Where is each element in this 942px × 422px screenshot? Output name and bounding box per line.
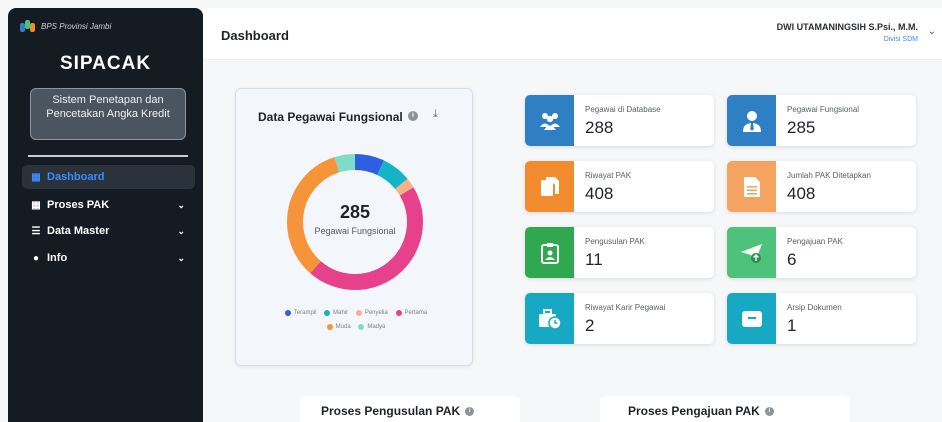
file-icon [727, 161, 776, 212]
user-tie-icon [727, 95, 776, 146]
stat-value: 408 [787, 184, 816, 203]
chevron-down-icon[interactable]: ⌄ [928, 26, 936, 37]
donut-center-label: Pegawai Fungsional [314, 226, 396, 236]
legend-item[interactable]: Muda [326, 321, 351, 333]
legend-dot [395, 310, 402, 316]
stat-label: Pengusulan PAK [585, 237, 645, 246]
stat-value: 2 [585, 316, 595, 335]
stat-value: 11 [585, 250, 603, 269]
legend-label: Madya [367, 324, 386, 330]
stat-label: Jumlah PAK Ditetapkan [787, 171, 871, 180]
stat-card-riwayat-karir[interactable]: Riwayat Karir Pegawai 2 [525, 293, 714, 344]
grid-icon: ▦ [31, 199, 41, 211]
section-title-text: Proses Pengusulan PAK [321, 404, 461, 418]
chevron-down-icon: ⌄ [177, 199, 185, 210]
copy-icon [525, 161, 574, 212]
sidebar-item-label: Proses PAK [47, 199, 110, 211]
stat-card-jumlah-pak[interactable]: Jumlah PAK Ditetapkan 408 [727, 161, 916, 212]
legend-dot [324, 310, 331, 316]
legend-label: Terampil [293, 310, 317, 316]
stat-label: Riwayat PAK [585, 171, 632, 180]
legend-dot [358, 324, 365, 330]
chart-legend: Terampil Mahir Penyelia Pertama Muda Mad… [256, 307, 456, 335]
info-icon[interactable]: i [408, 111, 418, 121]
user-role: Divisi SDM [883, 36, 918, 43]
clipboard-user-icon [525, 227, 574, 278]
donut-card: Data Pegawai Fungsional i ⤓ 285 Pegawai … [235, 88, 473, 366]
app-subtitle: Sistem Penetapan dan Pencetakan Angka Kr… [30, 88, 186, 140]
chevron-down-icon: ⌄ [177, 252, 185, 263]
section-title-pengajuan: Proses Pengajuan PAK i [628, 404, 774, 418]
sidebar-item-proses-pak[interactable]: ▦ Proses PAK ⌄ [22, 193, 195, 217]
stat-label: Pegawai di Database [585, 105, 661, 114]
sidebar-item-label: Data Master [47, 225, 110, 237]
stat-value: 408 [585, 184, 614, 203]
sidebar: BPS Provinsi Jambi SIPACAK Sistem Peneta… [8, 8, 203, 422]
database-icon: ☰ [31, 225, 41, 237]
app-title: SIPACAK [59, 53, 152, 74]
page-title: Dashboard [221, 28, 289, 43]
section-title-pengusulan: Proses Pengusulan PAK i [321, 404, 475, 418]
section-title-text: Proses Pengajuan PAK [628, 404, 760, 418]
stat-label: Pegawai Fungsional [787, 105, 860, 114]
stat-label: Arsip Dokumen [787, 303, 842, 312]
sidebar-divider [28, 155, 188, 157]
bps-logo-icon [20, 19, 36, 33]
legend-label: Muda [335, 324, 351, 330]
stat-card-arsip-dokumen[interactable]: Arsip Dokumen 1 [727, 293, 916, 344]
stat-card-pengusulan-pak[interactable]: Pengusulan PAK 11 [525, 227, 714, 278]
info-icon[interactable]: i [465, 406, 475, 416]
stat-card-riwayat-pak[interactable]: Riwayat PAK 408 [525, 161, 714, 212]
stat-value: 1 [787, 316, 797, 335]
stat-card-pegawai-database[interactable]: Pegawai di Database 288 [525, 95, 714, 146]
legend-item[interactable]: Madya [358, 321, 385, 333]
stat-card-pegawai-fungsional[interactable]: Pegawai Fungsional 285 [727, 95, 916, 146]
legend-dot [355, 310, 362, 316]
sidebar-item-label: Dashboard [47, 171, 105, 183]
brand[interactable]: BPS Provinsi Jambi [20, 19, 111, 33]
legend-label: Penyelia [364, 310, 388, 316]
legend-label: Pertama [404, 310, 428, 316]
top-header: Dashboard DWI UTAMANINGSIH S.Psi., M.M. … [203, 8, 942, 60]
legend-item[interactable]: Mahir [324, 307, 348, 319]
stat-value: 6 [787, 250, 797, 269]
legend-item[interactable]: Terampil [284, 307, 317, 319]
chevron-down-icon: ⌄ [177, 225, 185, 236]
stat-value: 285 [787, 118, 816, 137]
stat-label: Riwayat Karir Pegawai [585, 303, 666, 312]
legend-item[interactable]: Penyelia [355, 307, 388, 319]
brand-name: BPS Provinsi Jambi [41, 21, 112, 31]
stat-label: Pengajuan PAK [787, 237, 843, 246]
send-icon [727, 227, 776, 278]
legend-label: Mahir [333, 310, 349, 316]
legend-item[interactable]: Pertama [395, 307, 428, 319]
app: BPS Provinsi Jambi SIPACAK Sistem Peneta… [0, 0, 942, 422]
sidebar-item-info[interactable]: ● Info ⌄ [22, 246, 195, 270]
briefcase-clock-icon [525, 293, 574, 344]
donut-center-value: 285 [339, 202, 371, 222]
archive-icon [727, 293, 776, 344]
sidebar-item-label: Info [47, 252, 68, 264]
download-icon[interactable]: ⤓ [433, 108, 438, 121]
legend-dot [284, 310, 291, 316]
card-title: Data Pegawai Fungsional [258, 110, 403, 124]
legend-dot [326, 324, 333, 330]
info-icon: ● [32, 252, 40, 264]
sidebar-item-dashboard[interactable]: ▦ Dashboard [22, 165, 195, 189]
users-icon [525, 95, 574, 146]
stat-value: 288 [585, 118, 614, 137]
sidebar-item-data-master[interactable]: ☰ Data Master ⌄ [22, 219, 195, 243]
user-name[interactable]: DWI UTAMANINGSIH S.Psi., M.M. [777, 22, 918, 32]
grid-icon: ▦ [31, 171, 41, 183]
stat-card-pengajuan-pak[interactable]: Pengajuan PAK 6 [727, 227, 916, 278]
info-icon[interactable]: i [764, 406, 774, 416]
